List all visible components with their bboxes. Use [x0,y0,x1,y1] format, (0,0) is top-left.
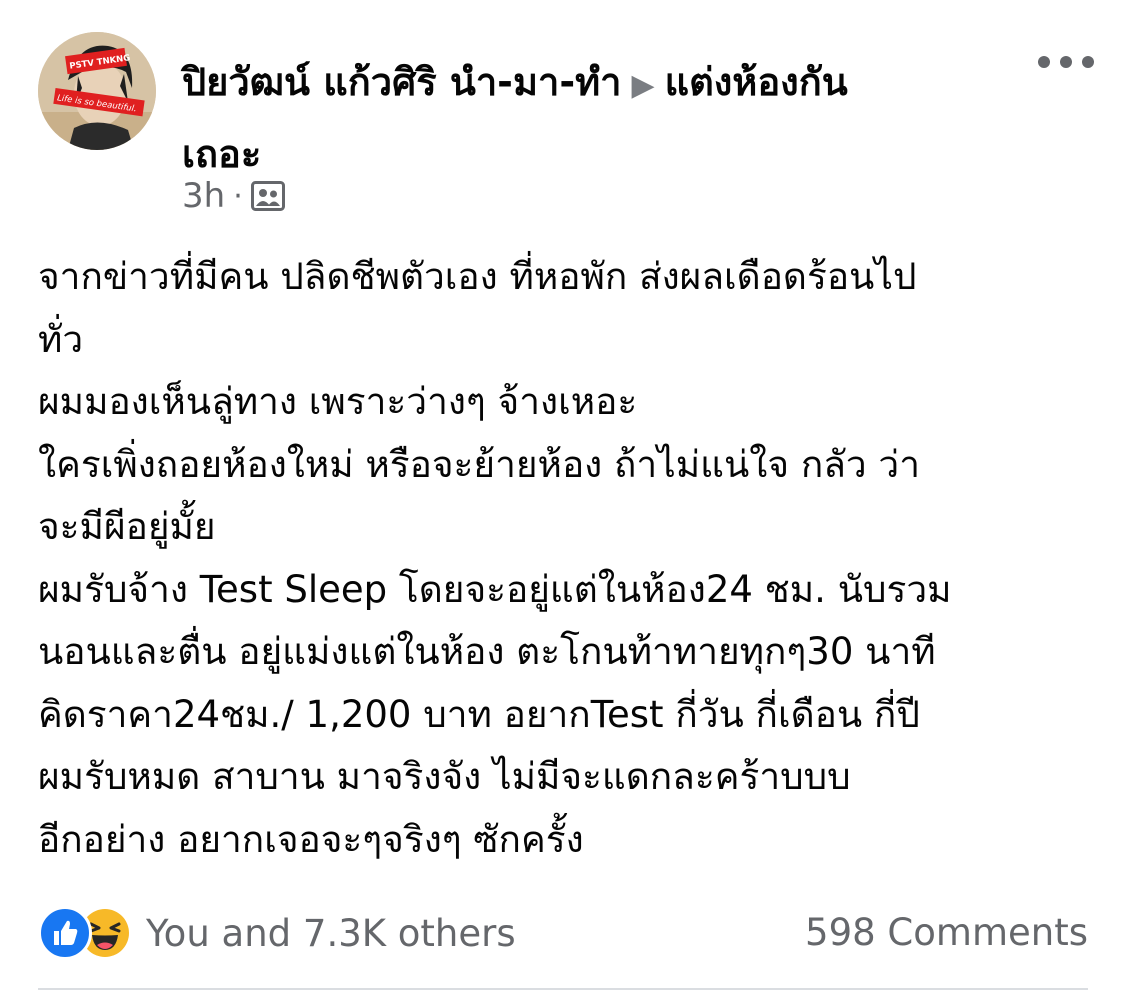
more-horizontal-icon [1038,56,1050,68]
post-text-line: นอนและตื่น อยู่แม่งแต่ในห้อง ตะโกนท้าทาย… [38,630,936,673]
more-dot [1060,56,1072,68]
post-text-line: คิดราคา24ชม./ 1,200 บาท อยากTest กี่วัน … [38,692,920,736]
reactions-count-text[interactable]: You and 7.3K others [146,912,516,955]
post-text-line: จะมีผีอยู่มั้ย [38,505,216,548]
more-dot [1082,56,1094,68]
group-icon [250,179,285,213]
reactions-summary[interactable]: You and 7.3K others [38,906,516,960]
post-text-line: ใครเพิ่งถอยห้องใหม่ หรือจะย้ายห้อง ถ้าไม… [38,442,920,486]
post-text-line: อีกอย่าง อยากเจอจะๆจริงๆ ซักครั้ง [38,817,584,861]
arrow-right-icon: ▶ [631,68,655,103]
post-content: จากข่าวที่มีคน ปลิดชีพตัวเอง ที่หอพัก ส่… [38,246,1098,871]
more-options-button[interactable] [1038,48,1094,76]
post-text-line: ผมรับหมด สาบาน มาจริงจัง ไม่มีจะแดกละคร้… [38,755,851,798]
avatar-image: PSTV TNKNG Life is so beautiful. [38,32,156,150]
comments-count-link[interactable]: 598 Comments [805,908,1088,958]
post-header: ปิยวัฒน์ แก้วศิริ นำ-มา-ทำ ▶ แต่งห้องกัน เ… [182,48,982,188]
meta-separator: · [233,178,243,214]
post-text-line: จากข่าวที่มีคน ปลิดชีพตัวเอง ที่หอพัก ส่… [38,255,917,298]
group-name-continued[interactable]: เถอะ [182,120,982,188]
post-footer: You and 7.3K others 598 Comments [38,900,1088,966]
post-text-line: ทั่ว [38,317,84,361]
facebook-post: PSTV TNKNG Life is so beautiful. ปิยวัฒน… [0,0,1125,999]
avatar[interactable]: PSTV TNKNG Life is so beautiful. [38,32,156,150]
post-text-line: ผมมองเห็นลู่ทาง เพราะว่างๆ จ้างเหอะ [38,380,638,423]
group-name[interactable]: แต่งห้องกัน [665,60,848,104]
author-name[interactable]: ปิยวัฒน์ แก้วศิริ นำ-มา-ทำ [182,60,622,104]
post-time[interactable]: 3h [182,176,225,216]
post-text-line: ผมรับจ้าง Test Sleep โดยจะอยู่แต่ในห้อง2… [38,567,952,611]
author-line: ปิยวัฒน์ แก้วศิริ นำ-มา-ทำ ▶ แต่งห้องกัน [182,48,982,120]
footer-divider [38,988,1088,990]
like-icon [38,906,92,960]
post-meta: 3h · [182,172,285,220]
